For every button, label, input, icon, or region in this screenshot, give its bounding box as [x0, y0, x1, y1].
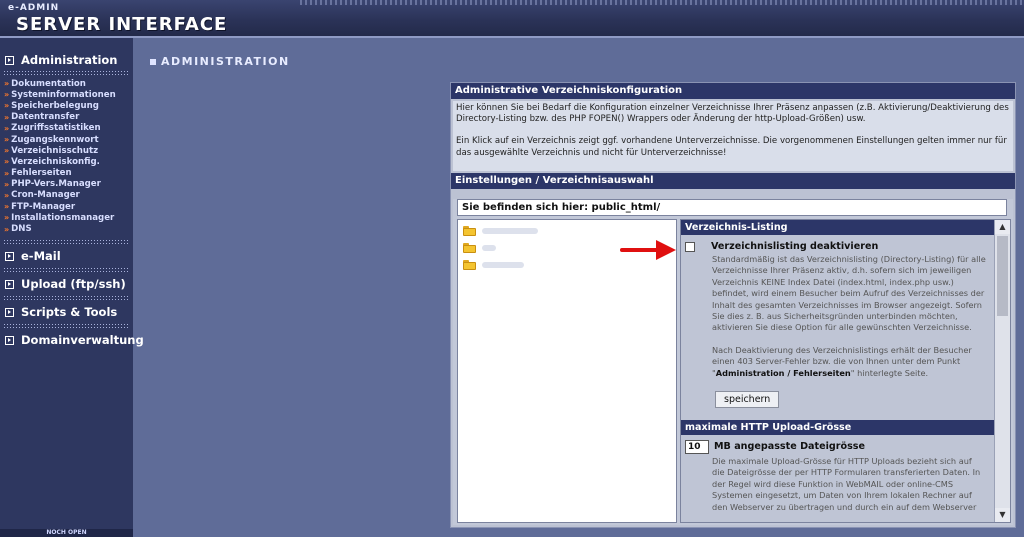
chevron-right-icon: »	[4, 213, 10, 223]
sidebar-section-label: e-Mail	[21, 249, 61, 263]
chevron-right-icon: »	[4, 146, 10, 156]
sidebar-section-label: Administration	[21, 53, 118, 67]
listing-option-row: Verzeichnislisting deaktivieren	[681, 240, 994, 253]
chevron-right-icon: »	[4, 190, 10, 200]
sidebar: Administration » Dokumentation » Systeminf…	[0, 38, 144, 537]
section-title: Einstellungen / Verzeichnisauswahl	[451, 173, 1015, 189]
folder-icon	[463, 242, 476, 253]
sidebar-section-upload[interactable]: Upload (ftp/ssh)	[5, 276, 126, 292]
divider	[4, 268, 130, 269]
expand-box-icon	[5, 307, 14, 317]
sidebar-item-dokumentation[interactable]: » Dokumentation	[4, 78, 116, 89]
chevron-right-icon: »	[4, 101, 10, 111]
folder-name	[482, 261, 524, 268]
sidebar-item-ftp-manager[interactable]: » FTP-Manager	[4, 201, 116, 212]
chevron-right-icon: »	[4, 112, 10, 122]
info-text-box: Hier können Sie bei Bedarf die Konfigura…	[453, 101, 1013, 171]
chevron-right-icon: »	[4, 135, 10, 145]
chevron-right-icon: »	[4, 168, 10, 178]
folder-name	[482, 244, 496, 251]
sidebar-footer: NOCH OPEN	[0, 529, 133, 537]
sidebar-section-administration[interactable]: Administration	[5, 52, 118, 68]
listing-section-title: Verzeichnis-Listing	[681, 220, 994, 235]
brand-small-text: e-ADMIN	[8, 3, 60, 13]
folder-icon	[463, 259, 476, 270]
chevron-right-icon: »	[4, 157, 10, 167]
scroll-thumb[interactable]	[997, 236, 1008, 316]
sidebar-item-speicherbelegung[interactable]: » Speicherbelegung	[4, 100, 116, 111]
chevron-right-icon: »	[4, 123, 10, 133]
page-title: ADMINISTRATION	[150, 55, 290, 68]
sidebar-item-datentransfer[interactable]: » Datentransfer	[4, 112, 116, 123]
scroll-up-icon[interactable]: ▲	[995, 220, 1010, 234]
sidebar-section-domainverwaltung[interactable]: Domainverwaltung	[5, 332, 144, 348]
divider	[4, 240, 130, 241]
chevron-right-icon: »	[4, 224, 10, 234]
panel-title: Administrative Verzeichniskonfiguration	[451, 83, 1015, 99]
brand-title: SERVER INTERFACE	[16, 14, 228, 35]
expand-box-icon	[5, 251, 14, 261]
square-bullet-icon	[150, 58, 156, 65]
sidebar-item-verzeichnisschutz[interactable]: » Verzeichnisschutz	[4, 145, 116, 156]
sidebar-section-label: Scripts & Tools	[21, 305, 118, 319]
divider	[4, 299, 130, 300]
option-label: Verzeichnislisting deaktivieren	[711, 241, 879, 252]
sidebar-item-fehlerseiten[interactable]: » Fehlerseiten	[4, 168, 116, 179]
listing-description: Standardmäßig ist das Verzeichnislisting…	[712, 254, 986, 333]
sidebar-section-email[interactable]: e-Mail	[5, 248, 61, 264]
sidebar-item-systeminformationen[interactable]: » Systeminformationen	[4, 89, 116, 100]
app-header: e-ADMIN SERVER INTERFACE	[0, 0, 1024, 38]
divider	[4, 271, 130, 272]
admin-menu: » Dokumentation » Systeminformationen » Spe…	[4, 78, 116, 235]
listing-description-2: Nach Deaktivierung des Verzeichnislistin…	[712, 344, 972, 378]
directory-settings: Verzeichnis-Listing Verzeichnislisting d…	[680, 219, 1011, 523]
folder-icon	[463, 225, 476, 236]
settings-content: Verzeichnis-Listing Verzeichnislisting d…	[681, 220, 994, 513]
tree-folder[interactable]	[458, 222, 676, 239]
button-row: speichern	[681, 387, 994, 409]
settings-scrollbar[interactable]: ▲ ▼	[994, 220, 1010, 522]
divider	[4, 296, 130, 297]
chevron-right-icon: »	[4, 79, 10, 89]
upload-size-input[interactable]: 10	[685, 439, 709, 454]
red-arrow-icon	[620, 240, 676, 260]
settings-area: Sie befinden sich hier: public_html/ Ver…	[453, 199, 1013, 525]
directory-tree	[457, 219, 677, 523]
divider	[4, 243, 130, 244]
info-paragraph: Hier können Sie bei Bedarf die Konfigura…	[456, 103, 1009, 125]
expand-box-icon	[5, 335, 14, 345]
divider	[4, 324, 130, 325]
breadcrumb: Sie befinden sich hier: public_html/	[457, 199, 1007, 216]
divider	[4, 71, 130, 72]
divider	[4, 327, 130, 328]
sidebar-section-label: Upload (ftp/ssh)	[21, 277, 126, 291]
config-panel: Administrative Verzeichniskonfiguration …	[450, 82, 1016, 528]
expand-box-icon	[5, 279, 14, 289]
folder-name	[482, 227, 538, 234]
sidebar-item-php-vers-manager[interactable]: » PHP-Vers.Manager	[4, 179, 116, 190]
save-button[interactable]: speichern	[715, 391, 780, 409]
sidebar-item-zugangskennwort[interactable]: » Zugangskennwort	[4, 134, 116, 145]
sidebar-item-installationsmanager[interactable]: » Installationsmanager	[4, 212, 116, 223]
upload-section-title: maximale HTTP Upload-Grösse	[681, 420, 994, 436]
header-stripes	[300, 0, 1024, 5]
fehlerseiten-link-text: Administration / Fehlerseiten	[715, 367, 851, 378]
chevron-right-icon: »	[4, 179, 10, 189]
sidebar-item-verzeichniskonfig[interactable]: » Verzeichniskonfig.	[4, 156, 116, 167]
sidebar-item-zugriffsstatistiken[interactable]: » Zugriffsstatistiken	[4, 123, 116, 134]
upload-option-row: 10 MB angepasste Dateigrösse	[681, 439, 994, 454]
sidebar-item-cron-manager[interactable]: » Cron-Manager	[4, 190, 116, 201]
chevron-right-icon: »	[4, 202, 10, 212]
sidebar-section-scripts-tools[interactable]: Scripts & Tools	[5, 304, 117, 320]
divider	[4, 74, 130, 75]
expand-box-icon	[5, 55, 14, 65]
upload-description: Die maximale Upload-Grösse für HTTP Uplo…	[712, 456, 981, 512]
disable-listing-checkbox[interactable]	[685, 241, 695, 252]
scroll-down-icon[interactable]: ▼	[995, 508, 1010, 522]
info-paragraph: Ein Klick auf ein Verzeichnis zeigt ggf.…	[456, 136, 1007, 158]
option-label: MB angepasste Dateigrösse	[714, 441, 866, 453]
sidebar-item-dns[interactable]: » DNS	[4, 223, 116, 234]
sidebar-section-label: Domainverwaltung	[21, 333, 144, 347]
chevron-right-icon: »	[4, 90, 10, 100]
